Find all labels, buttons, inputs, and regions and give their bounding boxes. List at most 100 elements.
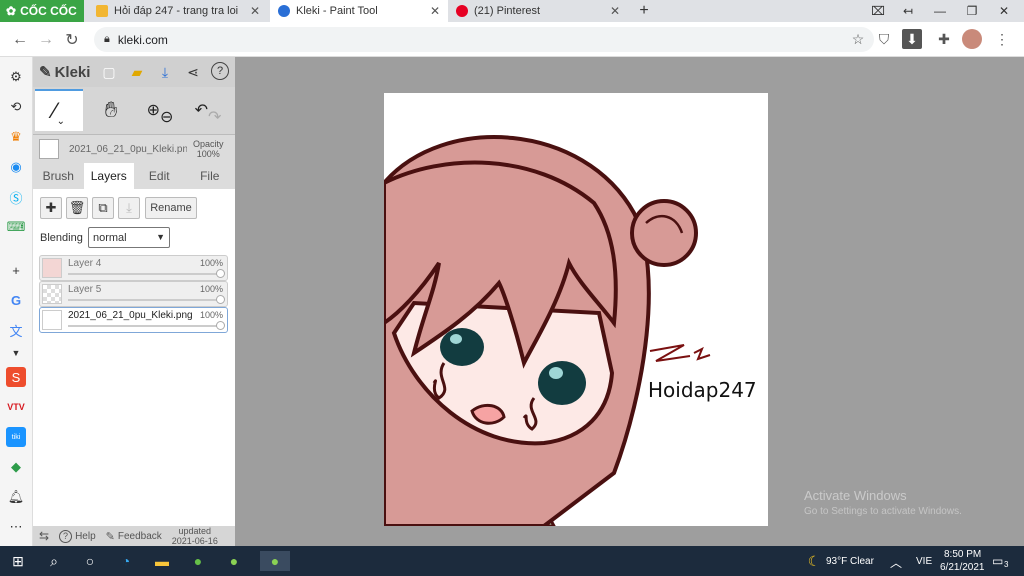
updated-date: 2021-06-16 — [171, 536, 218, 546]
tab-kleki[interactable]: Kleki - Paint Tool ✕ — [270, 0, 448, 22]
download-icon[interactable]: ⤓ — [155, 62, 175, 82]
more-dots-icon[interactable]: ⋯ — [6, 517, 26, 537]
translate-icon[interactable]: 文 — [6, 320, 26, 340]
opacity-value: 100% — [196, 149, 220, 159]
help-icon[interactable]: ? — [211, 62, 229, 80]
opera-icon[interactable] — [228, 551, 248, 571]
layer-opacity-handle[interactable] — [216, 269, 225, 278]
new-tab-button[interactable]: + — [628, 0, 660, 22]
windows-start-icon[interactable]: ⊞ — [8, 551, 28, 571]
trash-icon: 🗑︎ — [68, 200, 86, 215]
tab-brush[interactable]: Brush — [33, 163, 84, 189]
close-icon[interactable]: ✕ — [250, 4, 260, 18]
tab-edit[interactable]: Edit — [134, 163, 185, 189]
close-icon[interactable]: ✕ — [610, 4, 620, 18]
tab-layers[interactable]: Layers — [83, 163, 134, 189]
language-indicator[interactable]: VIE — [916, 556, 932, 567]
layer-opacity-handle[interactable] — [216, 321, 225, 330]
add-layer-button[interactable]: ✚ — [40, 197, 62, 219]
back-arrow-icon[interactable]: ↤ — [892, 0, 924, 22]
zoom-out-icon[interactable]: ⊖ — [160, 107, 173, 127]
open-folder-icon[interactable]: ▰ — [127, 62, 147, 82]
omnibox[interactable]: 🔒︎ kleki.com — [94, 27, 874, 52]
shield-icon[interactable]: ⛉ — [874, 29, 894, 49]
brush-tool-button[interactable]: ⁄ ⌄ — [35, 89, 83, 131]
coccoc-menu-button[interactable]: ✿ CỐC CỐC — [0, 0, 84, 22]
layer-opacity: 100% — [199, 258, 223, 268]
tab-file[interactable]: File — [185, 163, 236, 189]
bookmark-star-icon[interactable]: ☆ — [848, 29, 868, 49]
close-icon[interactable]: ✕ — [430, 4, 440, 18]
feedback-icon: ✎ — [105, 530, 115, 543]
redo-icon[interactable]: ↷ — [208, 107, 221, 127]
layer-opacity-handle[interactable] — [216, 295, 225, 304]
undo-redo-buttons[interactable]: ↶ ↷ — [185, 89, 231, 131]
settings-gear-icon[interactable]: ⚙ — [6, 67, 26, 87]
edge-icon[interactable]: ◔ — [116, 551, 136, 571]
blending-select[interactable]: normal ▼ — [88, 227, 170, 248]
updated-label: updated — [178, 526, 212, 536]
zoom-in-icon[interactable]: ⊕ — [147, 100, 160, 120]
zoom-buttons[interactable]: ⊕ ⊖ — [137, 89, 183, 131]
kleki-taskbar-icon[interactable]: ● — [260, 551, 290, 571]
close-window-button[interactable]: ✕ — [988, 0, 1020, 22]
tray-chevron-icon[interactable]: ︿ — [890, 554, 902, 571]
layer-item[interactable]: Layer 5 100% — [39, 281, 228, 307]
share-icon[interactable]: ⋖ — [183, 62, 203, 82]
tiki-icon[interactable]: tiki — [6, 427, 26, 447]
layer-opacity: 100% — [199, 310, 223, 320]
weather-text[interactable]: 93°F Clear — [826, 556, 874, 567]
layers-panel: ✚ 🗑︎ ⧉ ⤓ Rename Blending normal ▼ Layer … — [33, 189, 235, 526]
rename-layer-button[interactable]: Rename — [145, 197, 197, 219]
minimize-button[interactable]: — — [924, 0, 956, 22]
tab-hoidap[interactable]: Hỏi đáp 247 - trang tra loi ✕ — [88, 0, 268, 22]
cortana-icon[interactable]: ○ — [80, 551, 100, 571]
layer-opacity-slider[interactable] — [68, 299, 221, 301]
swap-side-icon[interactable]: ⇆ — [39, 529, 49, 543]
search-icon[interactable]: ⌕ — [44, 551, 64, 571]
vtv-icon[interactable]: VTV — [6, 397, 26, 417]
chevron-down-icon[interactable]: ▼ — [6, 343, 26, 363]
back-button[interactable]: ← — [8, 28, 32, 52]
shopee-icon[interactable]: S — [6, 367, 26, 387]
clock-date[interactable]: 6/21/2021 — [940, 562, 985, 573]
reload-button[interactable]: ↻ — [60, 28, 84, 52]
extensions-puzzle-icon[interactable]: ✚ — [934, 29, 954, 49]
crown-icon[interactable]: ♛ — [6, 127, 26, 147]
add-icon[interactable]: + — [6, 260, 26, 280]
download-icon[interactable]: ⬇ — [902, 29, 922, 49]
profile-avatar[interactable] — [962, 29, 982, 49]
clock-time[interactable]: 8:50 PM — [944, 549, 981, 560]
forward-button[interactable]: → — [34, 28, 58, 52]
new-image-icon[interactable]: ▢ — [99, 62, 119, 82]
merge-down-button[interactable]: ⤓ — [118, 197, 140, 219]
messenger-icon[interactable]: ◉ — [6, 157, 26, 177]
file-explorer-icon[interactable]: ▬ — [152, 551, 172, 571]
menu-kebab-icon[interactable]: ⋮ — [992, 29, 1012, 49]
notification-bell-icon[interactable]: 🔔︎ — [6, 487, 26, 507]
google-icon[interactable]: G — [6, 290, 26, 310]
delete-layer-button[interactable]: 🗑︎ — [66, 197, 88, 219]
tab-pinterest[interactable]: (21) Pinterest ✕ — [448, 0, 628, 22]
history-icon[interactable]: ⟲ — [6, 97, 26, 117]
drawing-canvas[interactable]: Hoidap247 — [384, 93, 768, 526]
tab-label: Hỏi đáp 247 - trang tra loi — [114, 5, 239, 17]
undo-icon[interactable]: ↶ — [195, 100, 208, 120]
feedback-link[interactable]: Feedback — [118, 531, 162, 542]
game-controller-icon[interactable]: ⌨ — [6, 217, 26, 237]
help-link[interactable]: Help — [75, 531, 96, 542]
layer-opacity-slider[interactable] — [68, 273, 221, 275]
kleki-tabs: Brush Layers Edit File — [33, 163, 235, 189]
maximize-button[interactable]: ❐ — [956, 0, 988, 22]
hand-tool-button[interactable]: ✋︎ — [87, 89, 135, 131]
layer-opacity-slider[interactable] — [68, 325, 221, 327]
layer-item-active[interactable]: 2021_06_21_0pu_Kleki.png 100% — [39, 307, 228, 333]
screenshot-icon[interactable]: ⌧ — [862, 0, 894, 22]
coccoc-game-icon[interactable]: ◆ — [6, 457, 26, 477]
duplicate-layer-button[interactable]: ⧉ — [92, 197, 114, 219]
notification-center-icon[interactable]: ▭ — [992, 554, 1003, 568]
layer-item[interactable]: Layer 4 100% — [39, 255, 228, 281]
artwork-drawing — [384, 135, 711, 526]
skype-icon[interactable]: Ⓢ — [6, 187, 26, 207]
coccoc-taskbar-icon[interactable]: ● — [188, 551, 208, 571]
